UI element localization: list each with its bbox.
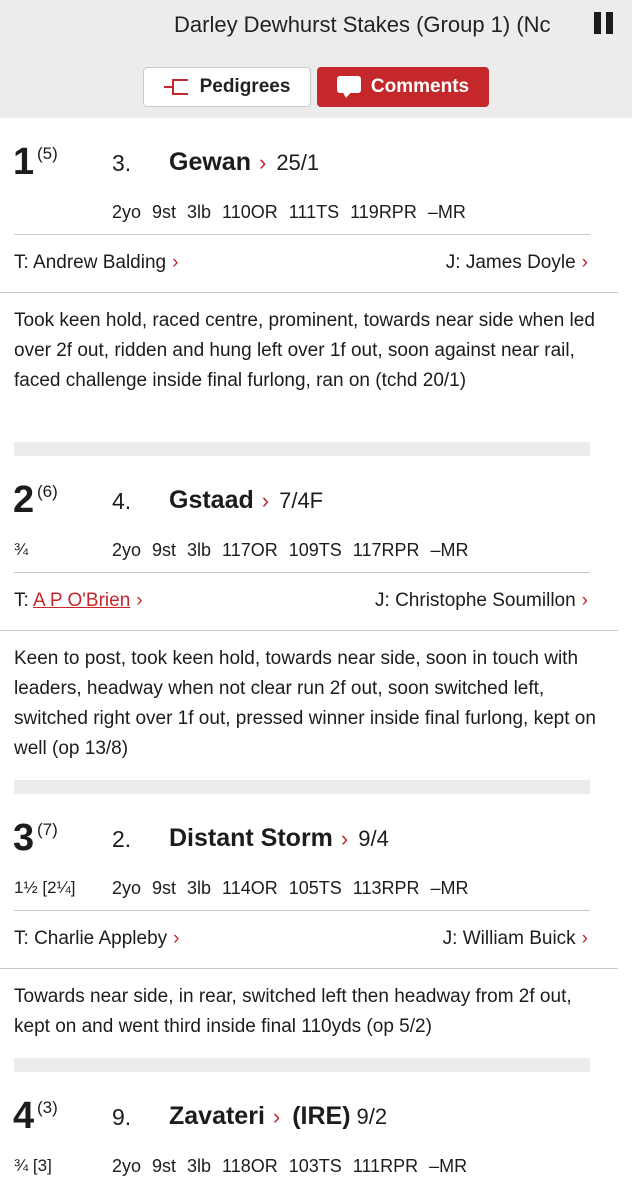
- finish-position: 1: [13, 141, 35, 183]
- top-bar: Darley Dewhurst Stakes (Group 1) (Nc Ped…: [0, 0, 632, 118]
- section-separator: [14, 1058, 590, 1072]
- chevron-right-icon: ›: [581, 590, 588, 611]
- jockey-name: Christophe Soumillon: [395, 590, 576, 611]
- divider: [14, 572, 590, 573]
- odds: 25/1: [276, 150, 320, 175]
- horse-country-suffix: (IRE): [292, 1102, 351, 1130]
- chevron-right-icon: ›: [136, 590, 143, 611]
- chevron-right-icon: ›: [581, 928, 588, 949]
- race-title: Darley Dewhurst Stakes (Group 1) (Nc: [174, 12, 551, 37]
- race-comment: Towards near side, in rear, switched lef…: [14, 986, 572, 1037]
- finish-position: 4: [13, 1095, 35, 1137]
- pedigree-tree-icon: [163, 78, 190, 96]
- draw: (7): [37, 820, 58, 839]
- trainer-name: Andrew Balding: [33, 252, 167, 273]
- divider: [0, 630, 618, 631]
- comment-bubble-icon: [336, 76, 361, 98]
- winning-margin: ¾ [3]: [14, 1156, 52, 1175]
- divider: [14, 910, 590, 911]
- jockey-name: James Doyle: [465, 252, 576, 273]
- trainer-link[interactable]: T: Charlie Appleby ›: [14, 926, 179, 952]
- divider: [0, 968, 618, 969]
- chevron-right-icon: ›: [261, 488, 270, 513]
- race-comment: Took keen hold, raced centre, prominent,…: [14, 310, 595, 391]
- race-comment: Keen to post, took keen hold, towards ne…: [14, 648, 596, 759]
- horse-name: Distant Storm: [169, 824, 333, 852]
- jockey-prefix: J:: [375, 590, 390, 611]
- chevron-right-icon: ›: [172, 252, 179, 273]
- saddle-cloth-number: 4.: [112, 488, 132, 514]
- chevron-right-icon: ›: [258, 150, 267, 175]
- finish-position: 3: [13, 817, 35, 859]
- jockey-prefix: J:: [442, 928, 458, 949]
- tab-pedigrees-label: Pedigrees: [199, 76, 291, 97]
- jockey-link[interactable]: J: William Buick ›: [443, 926, 588, 952]
- draw: (6): [37, 482, 58, 501]
- tab-pedigrees[interactable]: Pedigrees: [143, 67, 311, 107]
- trainer-prefix: T:: [14, 590, 29, 611]
- jockey-prefix: J:: [445, 252, 461, 273]
- trainer-link[interactable]: T: Andrew Balding ›: [14, 250, 178, 276]
- draw: (5): [37, 144, 58, 163]
- saddle-cloth-number: 3.: [112, 150, 132, 176]
- tab-comments-label: Comments: [370, 76, 470, 97]
- chevron-right-icon: ›: [581, 252, 588, 273]
- saddle-cloth-number: 9.: [112, 1104, 132, 1130]
- winning-margin: 1½ [2¼]: [14, 878, 76, 897]
- runner-stats: 2yo 9st 3lb 118OR 103TS 111RPR –MR: [112, 1156, 468, 1176]
- odds: 9/2: [356, 1104, 388, 1129]
- chevron-right-icon: ›: [272, 1104, 281, 1129]
- horse-link[interactable]: Gstaad › 7/4F: [169, 484, 323, 517]
- odds: 9/4: [358, 826, 389, 851]
- horse-name: Gewan: [169, 148, 251, 176]
- horse-link[interactable]: Gewan › 25/1: [169, 146, 319, 179]
- trainer-prefix: T:: [14, 252, 29, 273]
- runner-stats: 2yo 9st 3lb 110OR 111TS 119RPR –MR: [112, 202, 466, 222]
- chevron-right-icon: ›: [173, 928, 180, 949]
- draw: (3): [37, 1098, 58, 1117]
- trainer-link[interactable]: T: A P O'Brien ›: [14, 588, 143, 614]
- horse-name: Zavateri: [169, 1102, 265, 1130]
- jockey-link[interactable]: J: Christophe Soumillon ›: [375, 588, 588, 614]
- divider: [14, 234, 590, 235]
- chevron-right-icon: ›: [340, 826, 349, 851]
- tab-comments[interactable]: Comments: [317, 67, 489, 107]
- horse-link[interactable]: Zavateri › (IRE) 9/2: [169, 1100, 387, 1133]
- section-separator: [14, 442, 590, 456]
- jockey-name: William Buick: [462, 928, 576, 949]
- winning-margin: ¾: [14, 540, 29, 559]
- trainer-name: A P O'Brien: [33, 590, 131, 611]
- horse-link[interactable]: Distant Storm › 9/4: [169, 822, 389, 855]
- runner-stats: 2yo 9st 3lb 114OR 105TS 113RPR –MR: [112, 878, 469, 898]
- section-separator: [14, 780, 590, 794]
- odds: 7/4F: [279, 488, 324, 513]
- trainer-name: Charlie Appleby: [34, 928, 168, 949]
- finish-position: 2: [13, 479, 35, 521]
- pause-icon[interactable]: [594, 12, 614, 34]
- horse-name: Gstaad: [169, 486, 254, 514]
- saddle-cloth-number: 2.: [112, 826, 132, 852]
- runner-stats: 2yo 9st 3lb 117OR 109TS 117RPR –MR: [112, 540, 469, 560]
- jockey-link[interactable]: J: James Doyle ›: [446, 250, 588, 276]
- divider: [0, 292, 618, 293]
- trainer-prefix: T:: [14, 928, 29, 949]
